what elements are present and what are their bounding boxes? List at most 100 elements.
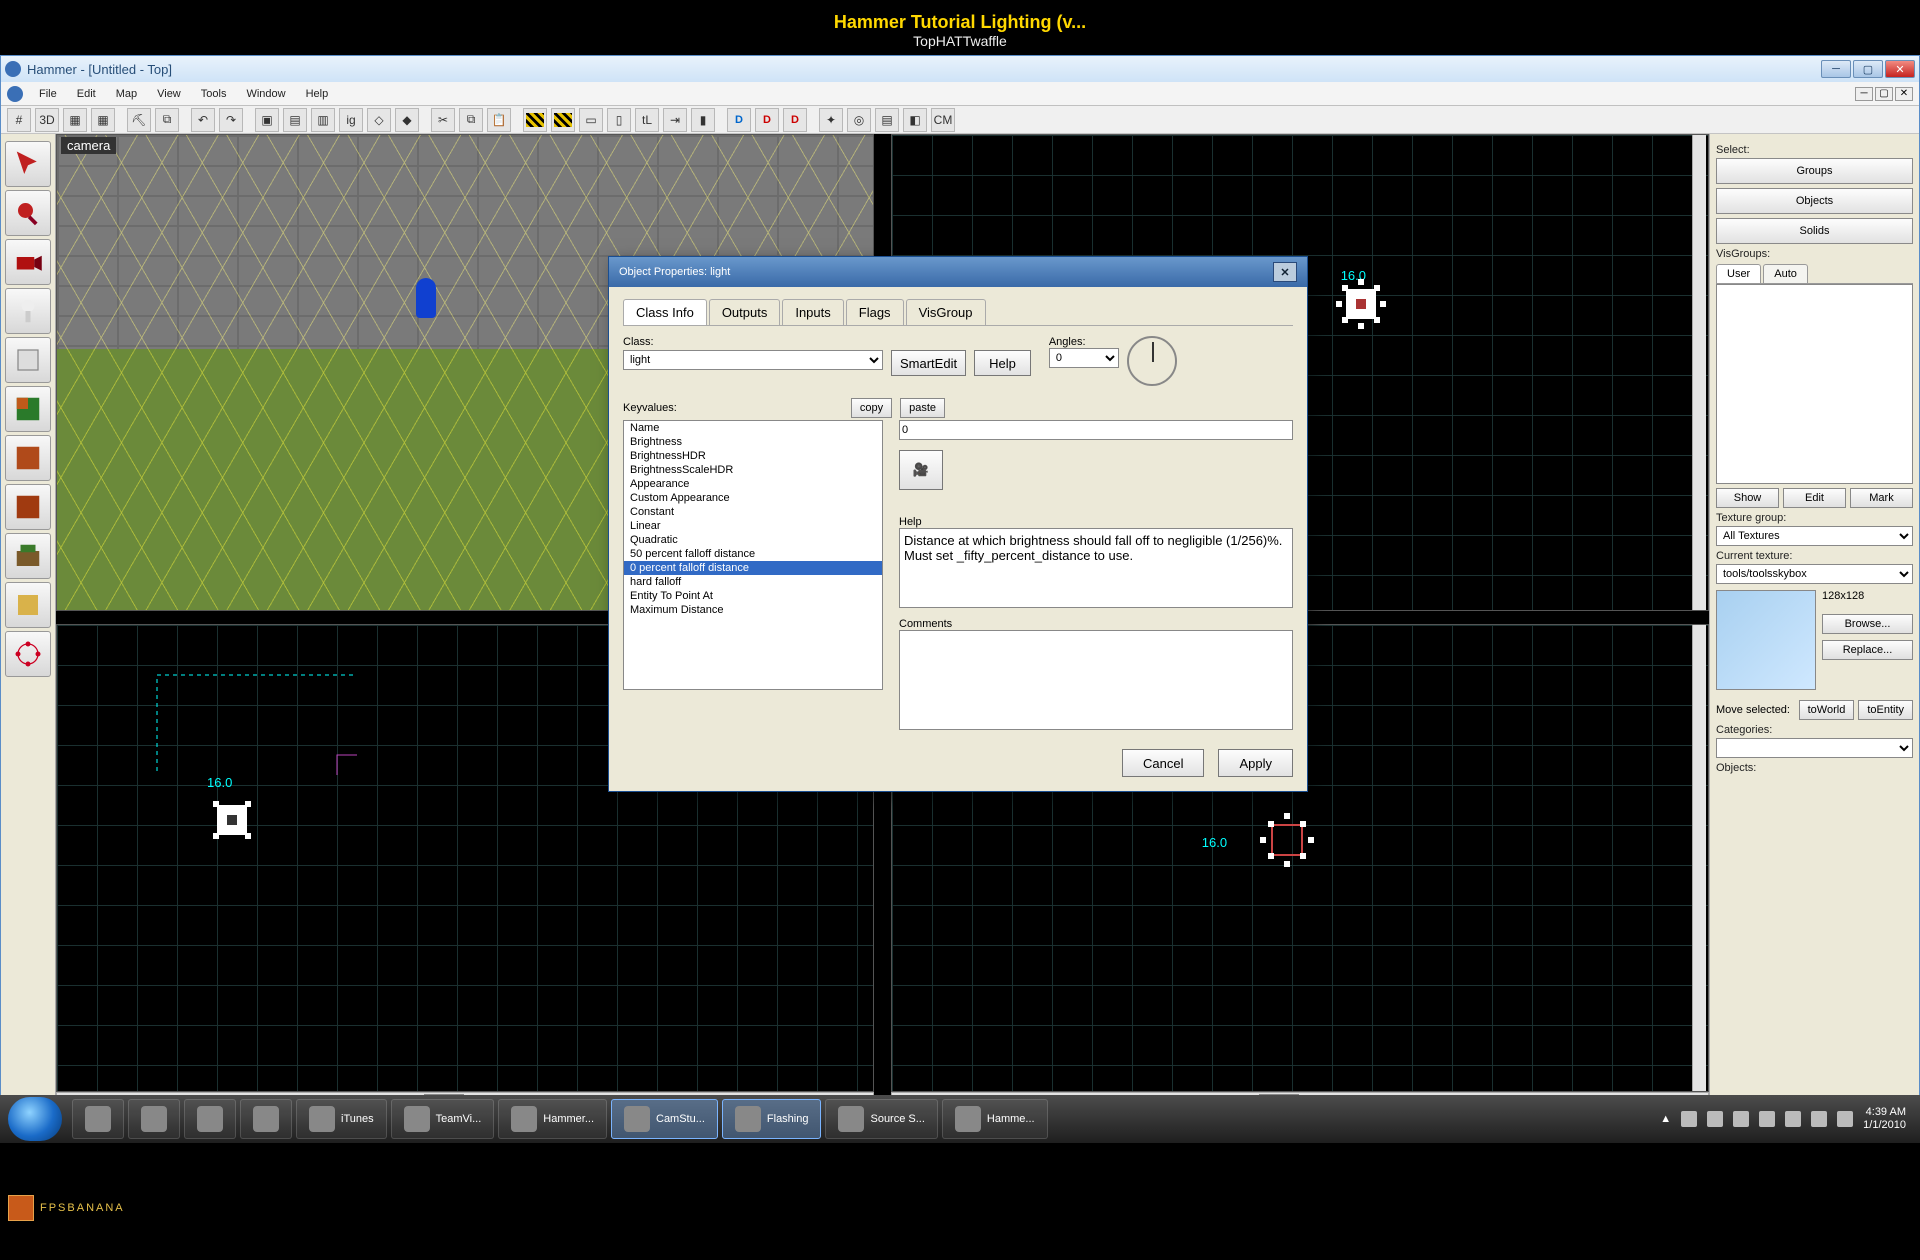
taskbar-item[interactable]: iTunes xyxy=(296,1099,387,1139)
taskbar-item[interactable] xyxy=(240,1099,292,1139)
decal-tool[interactable] xyxy=(5,484,51,530)
3d-icon[interactable]: 3D xyxy=(35,108,59,132)
class-select[interactable]: light xyxy=(623,350,883,370)
tray-icon[interactable] xyxy=(1811,1111,1827,1127)
mdi-min[interactable]: ─ xyxy=(1855,87,1873,101)
haz1-icon[interactable] xyxy=(523,108,547,132)
tl-icon[interactable]: tL xyxy=(635,108,659,132)
tab-classinfo[interactable]: Class Info xyxy=(623,299,707,325)
menu-map[interactable]: Map xyxy=(106,85,147,103)
cut-icon[interactable]: ✂ xyxy=(431,108,455,132)
misc4-icon[interactable]: ◧ xyxy=(903,108,927,132)
taskbar-item[interactable]: Hamme... xyxy=(942,1099,1048,1139)
keyvalue-item[interactable]: Linear xyxy=(624,519,882,533)
dd-icon[interactable]: D xyxy=(727,108,751,132)
tab-auto[interactable]: Auto xyxy=(1763,264,1808,283)
keyvalue-item[interactable]: hard falloff xyxy=(624,575,882,589)
block-tool[interactable] xyxy=(5,337,51,383)
cancel-button[interactable]: Cancel xyxy=(1122,749,1204,777)
dialog-close-button[interactable]: ✕ xyxy=(1273,262,1297,282)
entity-handles[interactable] xyxy=(1316,259,1406,349)
keyvalue-item[interactable]: Quadratic xyxy=(624,533,882,547)
tex-icon[interactable]: ▮ xyxy=(691,108,715,132)
entity-handles-2[interactable] xyxy=(187,775,277,865)
paste-icon[interactable]: 📋 xyxy=(487,108,511,132)
keyvalue-item[interactable]: 50 percent falloff distance xyxy=(624,547,882,561)
texture-tool[interactable] xyxy=(5,386,51,432)
help-button[interactable]: Help xyxy=(974,350,1031,376)
visgroup-list[interactable] xyxy=(1716,284,1913,484)
ig-icon[interactable]: ig xyxy=(339,108,363,132)
menu-window[interactable]: Window xyxy=(236,85,295,103)
cm-icon[interactable]: CM xyxy=(931,108,955,132)
mdi-max[interactable]: ▢ xyxy=(1875,87,1893,101)
tray-icon[interactable] xyxy=(1785,1111,1801,1127)
solids-button[interactable]: Solids xyxy=(1716,218,1913,244)
show-button[interactable]: Show xyxy=(1716,488,1779,508)
taskbar-item[interactable]: Flashing xyxy=(722,1099,822,1139)
replace-button[interactable]: Replace... xyxy=(1822,640,1913,660)
haz2-icon[interactable] xyxy=(551,108,575,132)
taskbar-item[interactable] xyxy=(72,1099,124,1139)
tab-inputs[interactable]: Inputs xyxy=(782,299,843,325)
categories-select[interactable] xyxy=(1716,738,1913,758)
keyvalue-item[interactable]: Appearance xyxy=(624,477,882,491)
mdi-close[interactable]: ✕ xyxy=(1895,87,1913,101)
smartedit-button[interactable]: SmartEdit xyxy=(891,350,966,376)
grid-icon[interactable]: # xyxy=(7,108,31,132)
start-button[interactable] xyxy=(8,1097,62,1141)
angles-select[interactable]: 0 xyxy=(1049,348,1119,368)
grid2-icon[interactable]: ▦ xyxy=(63,108,87,132)
keyvalue-item[interactable]: Maximum Distance xyxy=(624,603,882,617)
brush-icon[interactable]: ◇ xyxy=(367,108,391,132)
copy-icon[interactable]: ⧉ xyxy=(459,108,483,132)
menu-tools[interactable]: Tools xyxy=(191,85,237,103)
comments-textarea[interactable] xyxy=(899,630,1293,730)
redo-icon[interactable]: ↷ xyxy=(219,108,243,132)
keyvalue-item[interactable]: Entity To Point At xyxy=(624,589,882,603)
menu-help[interactable]: Help xyxy=(296,85,339,103)
misc3-icon[interactable]: ▤ xyxy=(875,108,899,132)
close-button[interactable]: ✕ xyxy=(1885,60,1915,78)
tray-icon[interactable] xyxy=(1707,1111,1723,1127)
system-tray[interactable]: ▲ 4:39 AM 1/1/2010 xyxy=(1660,1106,1920,1132)
entity-tool[interactable] xyxy=(5,288,51,334)
paste-button[interactable]: paste xyxy=(900,398,945,418)
groups-button[interactable]: Groups xyxy=(1716,158,1913,184)
tray-icon[interactable] xyxy=(1681,1111,1697,1127)
copy-button[interactable]: copy xyxy=(851,398,892,418)
texgroup-select[interactable]: All Textures xyxy=(1716,526,1913,546)
misc1-icon[interactable]: ✦ xyxy=(819,108,843,132)
undo-icon[interactable]: ↶ xyxy=(191,108,215,132)
curtex-select[interactable]: tools/toolsskybox xyxy=(1716,564,1913,584)
value-input[interactable] xyxy=(899,420,1293,440)
menu-view[interactable]: View xyxy=(147,85,191,103)
minimize-button[interactable]: ─ xyxy=(1821,60,1851,78)
ent2-icon[interactable]: ▤ xyxy=(283,108,307,132)
tray-icon[interactable] xyxy=(1759,1111,1775,1127)
sel2-icon[interactable]: ▯ xyxy=(607,108,631,132)
volume-icon[interactable] xyxy=(1837,1111,1853,1127)
keyvalue-list[interactable]: NameBrightnessBrightnessHDRBrightnessSca… xyxy=(623,420,883,690)
scrollbar-v2[interactable] xyxy=(1692,625,1706,1091)
apply-tool[interactable] xyxy=(5,435,51,481)
group-icon[interactable]: ⧉ xyxy=(155,108,179,132)
tab-visgroup[interactable]: VisGroup xyxy=(906,299,986,325)
apply-button[interactable]: Apply xyxy=(1218,749,1293,777)
tab-outputs[interactable]: Outputs xyxy=(709,299,781,325)
ent-icon[interactable]: ▣ xyxy=(255,108,279,132)
keyvalue-item[interactable]: Brightness xyxy=(624,435,882,449)
misc2-icon[interactable]: ◎ xyxy=(847,108,871,132)
toworld-button[interactable]: toWorld xyxy=(1799,700,1855,720)
camera-tool[interactable] xyxy=(5,239,51,285)
clip-tool[interactable] xyxy=(5,582,51,628)
dialog-titlebar[interactable]: Object Properties: light ✕ xyxy=(609,257,1307,287)
browse-button[interactable]: Browse... xyxy=(1822,614,1913,634)
tab-user[interactable]: User xyxy=(1716,264,1761,283)
vertex-tool[interactable] xyxy=(5,631,51,677)
carve-icon[interactable]: ⛏ xyxy=(127,108,151,132)
scrollbar-v[interactable] xyxy=(1692,135,1706,610)
overlay-tool[interactable] xyxy=(5,533,51,579)
taskbar-item[interactable] xyxy=(184,1099,236,1139)
dr-icon[interactable]: D xyxy=(783,108,807,132)
